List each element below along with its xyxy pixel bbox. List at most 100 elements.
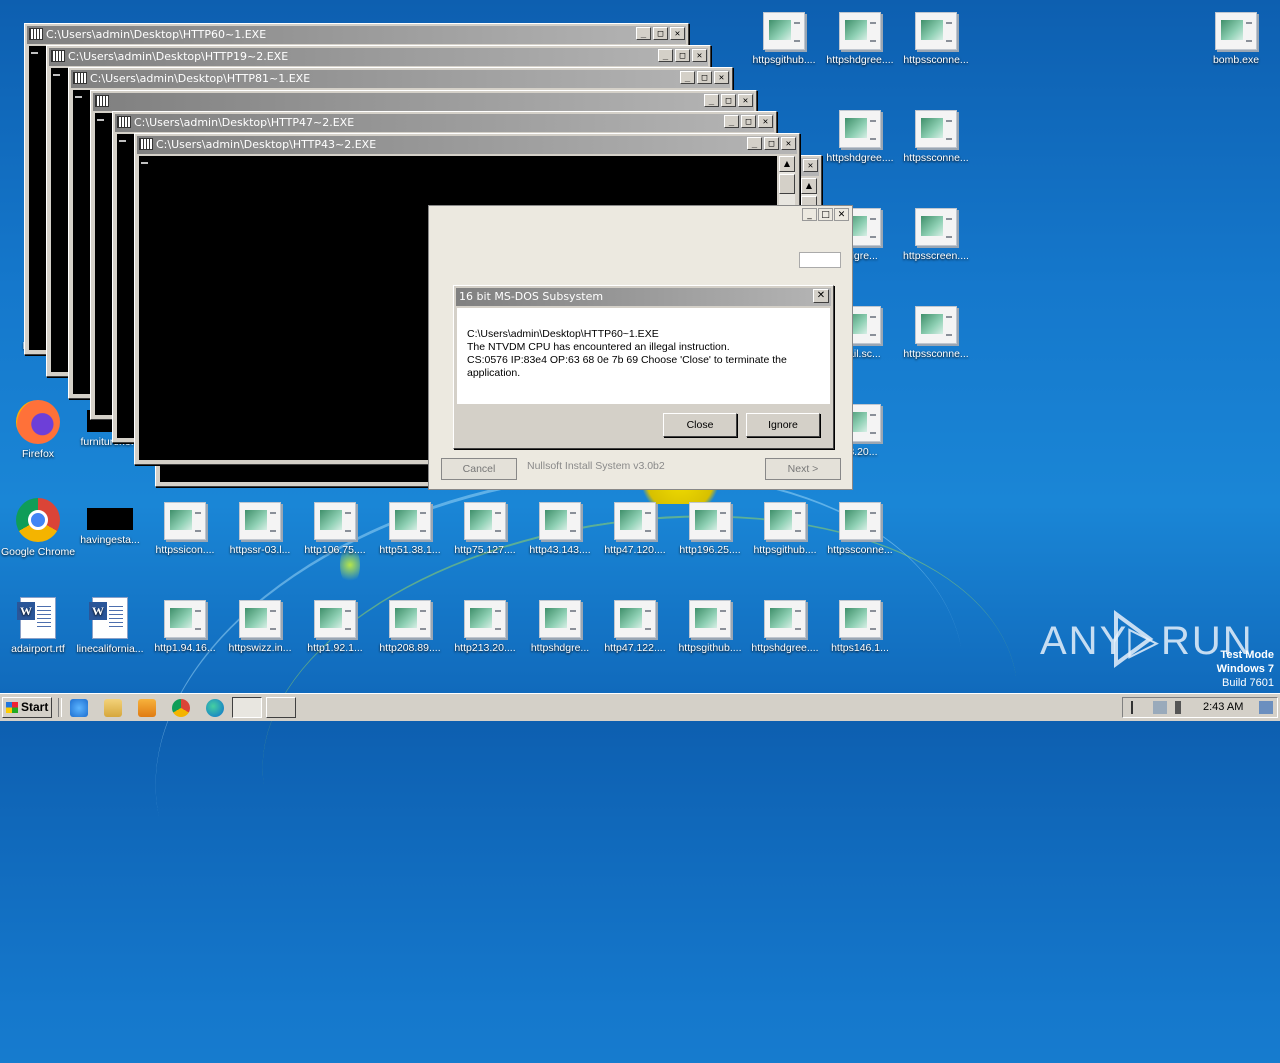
scroll-thumb[interactable] xyxy=(779,174,795,194)
desktop-icon[interactable]: http1.94.16... xyxy=(147,600,223,654)
desktop-icon[interactable]: havingesta... xyxy=(72,498,148,546)
taskbar-console-button[interactable] xyxy=(232,697,262,718)
maximize-icon[interactable]: □ xyxy=(697,71,712,84)
desktop-icon[interactable]: adairport.rtf xyxy=(0,597,76,655)
desktop-icon[interactable]: https146.1... xyxy=(822,600,898,654)
maximize-icon[interactable]: □ xyxy=(721,94,736,107)
minimize-icon[interactable]: _ xyxy=(636,27,651,40)
desktop-icon[interactable]: http47.122.... xyxy=(597,600,673,654)
window-buttons: _□✕ xyxy=(658,49,707,62)
desktop-icon-label: httpssconne... xyxy=(903,348,969,360)
desktop-icon[interactable]: httpshdgree.... xyxy=(747,600,823,654)
desktop-icon[interactable]: http51.38.1... xyxy=(372,502,448,556)
desktop-icon[interactable]: httpssconne... xyxy=(898,12,974,66)
console-titlebar[interactable]: C:\Users\admin\Desktop\HTTP47~2.EXE xyxy=(115,114,774,132)
desktop-icon[interactable]: httpsgithub.... xyxy=(746,12,822,66)
start-button[interactable]: Start xyxy=(2,697,52,718)
desktop-icon[interactable]: httpssconne... xyxy=(898,306,974,360)
ignore-button[interactable]: Ignore xyxy=(746,413,820,437)
desktop-icon[interactable]: http1.92.1... xyxy=(297,600,373,654)
desktop-icon[interactable]: Google Chrome xyxy=(0,498,76,558)
maximize-icon[interactable]: □ xyxy=(818,208,833,221)
desktop-icon[interactable]: http106.75.... xyxy=(297,502,373,556)
desktop-icon[interactable]: http47.120.... xyxy=(597,502,673,556)
console-titlebar[interactable] xyxy=(93,93,754,111)
minimize-icon[interactable]: _ xyxy=(724,115,739,128)
close-icon[interactable]: ✕ xyxy=(670,27,685,40)
desktop-icon[interactable]: bomb.exe xyxy=(1198,12,1274,66)
explorer-icon[interactable] xyxy=(104,699,122,717)
minimize-icon[interactable]: _ xyxy=(747,137,762,150)
desktop-icon[interactable]: linecalifornia... xyxy=(72,597,148,655)
desktop-icon[interactable]: http213.20.... xyxy=(447,600,523,654)
desktop-icon-label: httpshdgree.... xyxy=(826,152,894,164)
desktop-icon[interactable]: httpshdgree.... xyxy=(822,12,898,66)
maximize-icon[interactable]: □ xyxy=(675,49,690,62)
desktop-icon[interactable]: httpsgithub.... xyxy=(672,600,748,654)
console-titlebar[interactable]: C:\Users\admin\Desktop\HTTP43~2.EXE xyxy=(137,136,797,154)
minimize-icon[interactable]: _ xyxy=(658,49,673,62)
console-cursor xyxy=(119,140,126,142)
desktop-icon-label: http43.143.... xyxy=(529,544,591,556)
dialog-close-icon[interactable]: ✕ xyxy=(813,289,829,303)
console-titlebar[interactable]: C:\Users\admin\Desktop\HTTP19~2.EXE xyxy=(49,48,708,66)
desktop-icon[interactable]: httpssicon.... xyxy=(147,502,223,556)
minimize-icon[interactable]: _ xyxy=(704,94,719,107)
close-icon[interactable]: ✕ xyxy=(714,71,729,84)
desktop-icon-label: http106.75.... xyxy=(304,544,366,556)
desktop-icon[interactable]: Firefox xyxy=(0,400,76,460)
taskbar: Start 2:43 AM xyxy=(0,693,1280,721)
desktop-icon[interactable]: http43.143.... xyxy=(522,502,598,556)
ntvdm-error-dialog[interactable]: 16 bit MS-DOS Subsystem ✕ C:\Users\admin… xyxy=(453,285,834,449)
desktop-icon[interactable]: httpshdgree.... xyxy=(822,110,898,164)
close-icon[interactable]: ✕ xyxy=(692,49,707,62)
show-desktop-icon[interactable] xyxy=(1259,701,1273,714)
console-app-icon xyxy=(29,28,43,40)
close-icon[interactable]: ✕ xyxy=(781,137,796,150)
taskbar-installer-button[interactable] xyxy=(266,697,296,718)
volume-icon[interactable] xyxy=(1175,701,1195,714)
media-player-icon[interactable] xyxy=(138,699,156,717)
network-icon[interactable] xyxy=(1153,701,1167,714)
close-icon[interactable]: ✕ xyxy=(803,159,818,172)
installer-next-button[interactable]: Next > xyxy=(765,458,841,480)
minimize-icon[interactable]: _ xyxy=(680,71,695,84)
chrome-icon[interactable] xyxy=(172,699,190,717)
console-titlebar[interactable]: C:\Users\admin\Desktop\HTTP60~1.EXE xyxy=(27,26,686,44)
scroll-up-icon[interactable]: ▲ xyxy=(801,178,817,194)
desktop-icon[interactable]: http208.89.... xyxy=(372,600,448,654)
desktop-icon[interactable]: http196.25.... xyxy=(672,502,748,556)
desktop-icon-label: Firefox xyxy=(21,448,55,460)
file-icon xyxy=(764,600,806,638)
desktop-icon[interactable]: httpsgithub.... xyxy=(747,502,823,556)
desktop-icon-label: linecalifornia... xyxy=(76,643,144,655)
file-icon xyxy=(389,600,431,638)
close-icon[interactable]: ✕ xyxy=(738,94,753,107)
desktop-icon[interactable]: httpssconne... xyxy=(822,502,898,556)
flag-icon[interactable] xyxy=(1131,701,1147,714)
close-button[interactable]: Close xyxy=(663,413,737,437)
desktop-icon[interactable]: httpsscreen.... xyxy=(898,208,974,262)
console-titlebar[interactable]: C:\Users\admin\Desktop\HTTP81~1.EXE xyxy=(71,70,730,88)
edge-icon[interactable] xyxy=(206,699,224,717)
maximize-icon[interactable]: □ xyxy=(764,137,779,150)
clock[interactable]: 2:43 AM xyxy=(1203,701,1243,713)
minimize-icon[interactable]: _ xyxy=(802,208,817,221)
maximize-icon[interactable]: □ xyxy=(653,27,668,40)
file-icon xyxy=(464,502,506,540)
maximize-icon[interactable]: □ xyxy=(741,115,756,128)
desktop-icon[interactable]: httpssr-03.l... xyxy=(222,502,298,556)
file-icon xyxy=(763,12,805,50)
desktop-icon[interactable]: httpssconne... xyxy=(898,110,974,164)
close-icon[interactable]: ✕ xyxy=(834,208,849,221)
desktop-icon-label: http196.25.... xyxy=(679,544,741,556)
desktop-icon[interactable]: http75.127.... xyxy=(447,502,523,556)
close-icon[interactable]: ✕ xyxy=(758,115,773,128)
desktop-icon[interactable]: httpswizz.in... xyxy=(222,600,298,654)
desktop-icon[interactable]: httpshdgre... xyxy=(522,600,598,654)
ie-icon[interactable] xyxy=(70,699,88,717)
word-icon xyxy=(89,597,128,639)
installer-cancel-button[interactable]: Cancel xyxy=(441,458,517,480)
scroll-up-icon[interactable]: ▲ xyxy=(779,156,795,172)
window-buttons: _□✕ xyxy=(747,137,796,150)
